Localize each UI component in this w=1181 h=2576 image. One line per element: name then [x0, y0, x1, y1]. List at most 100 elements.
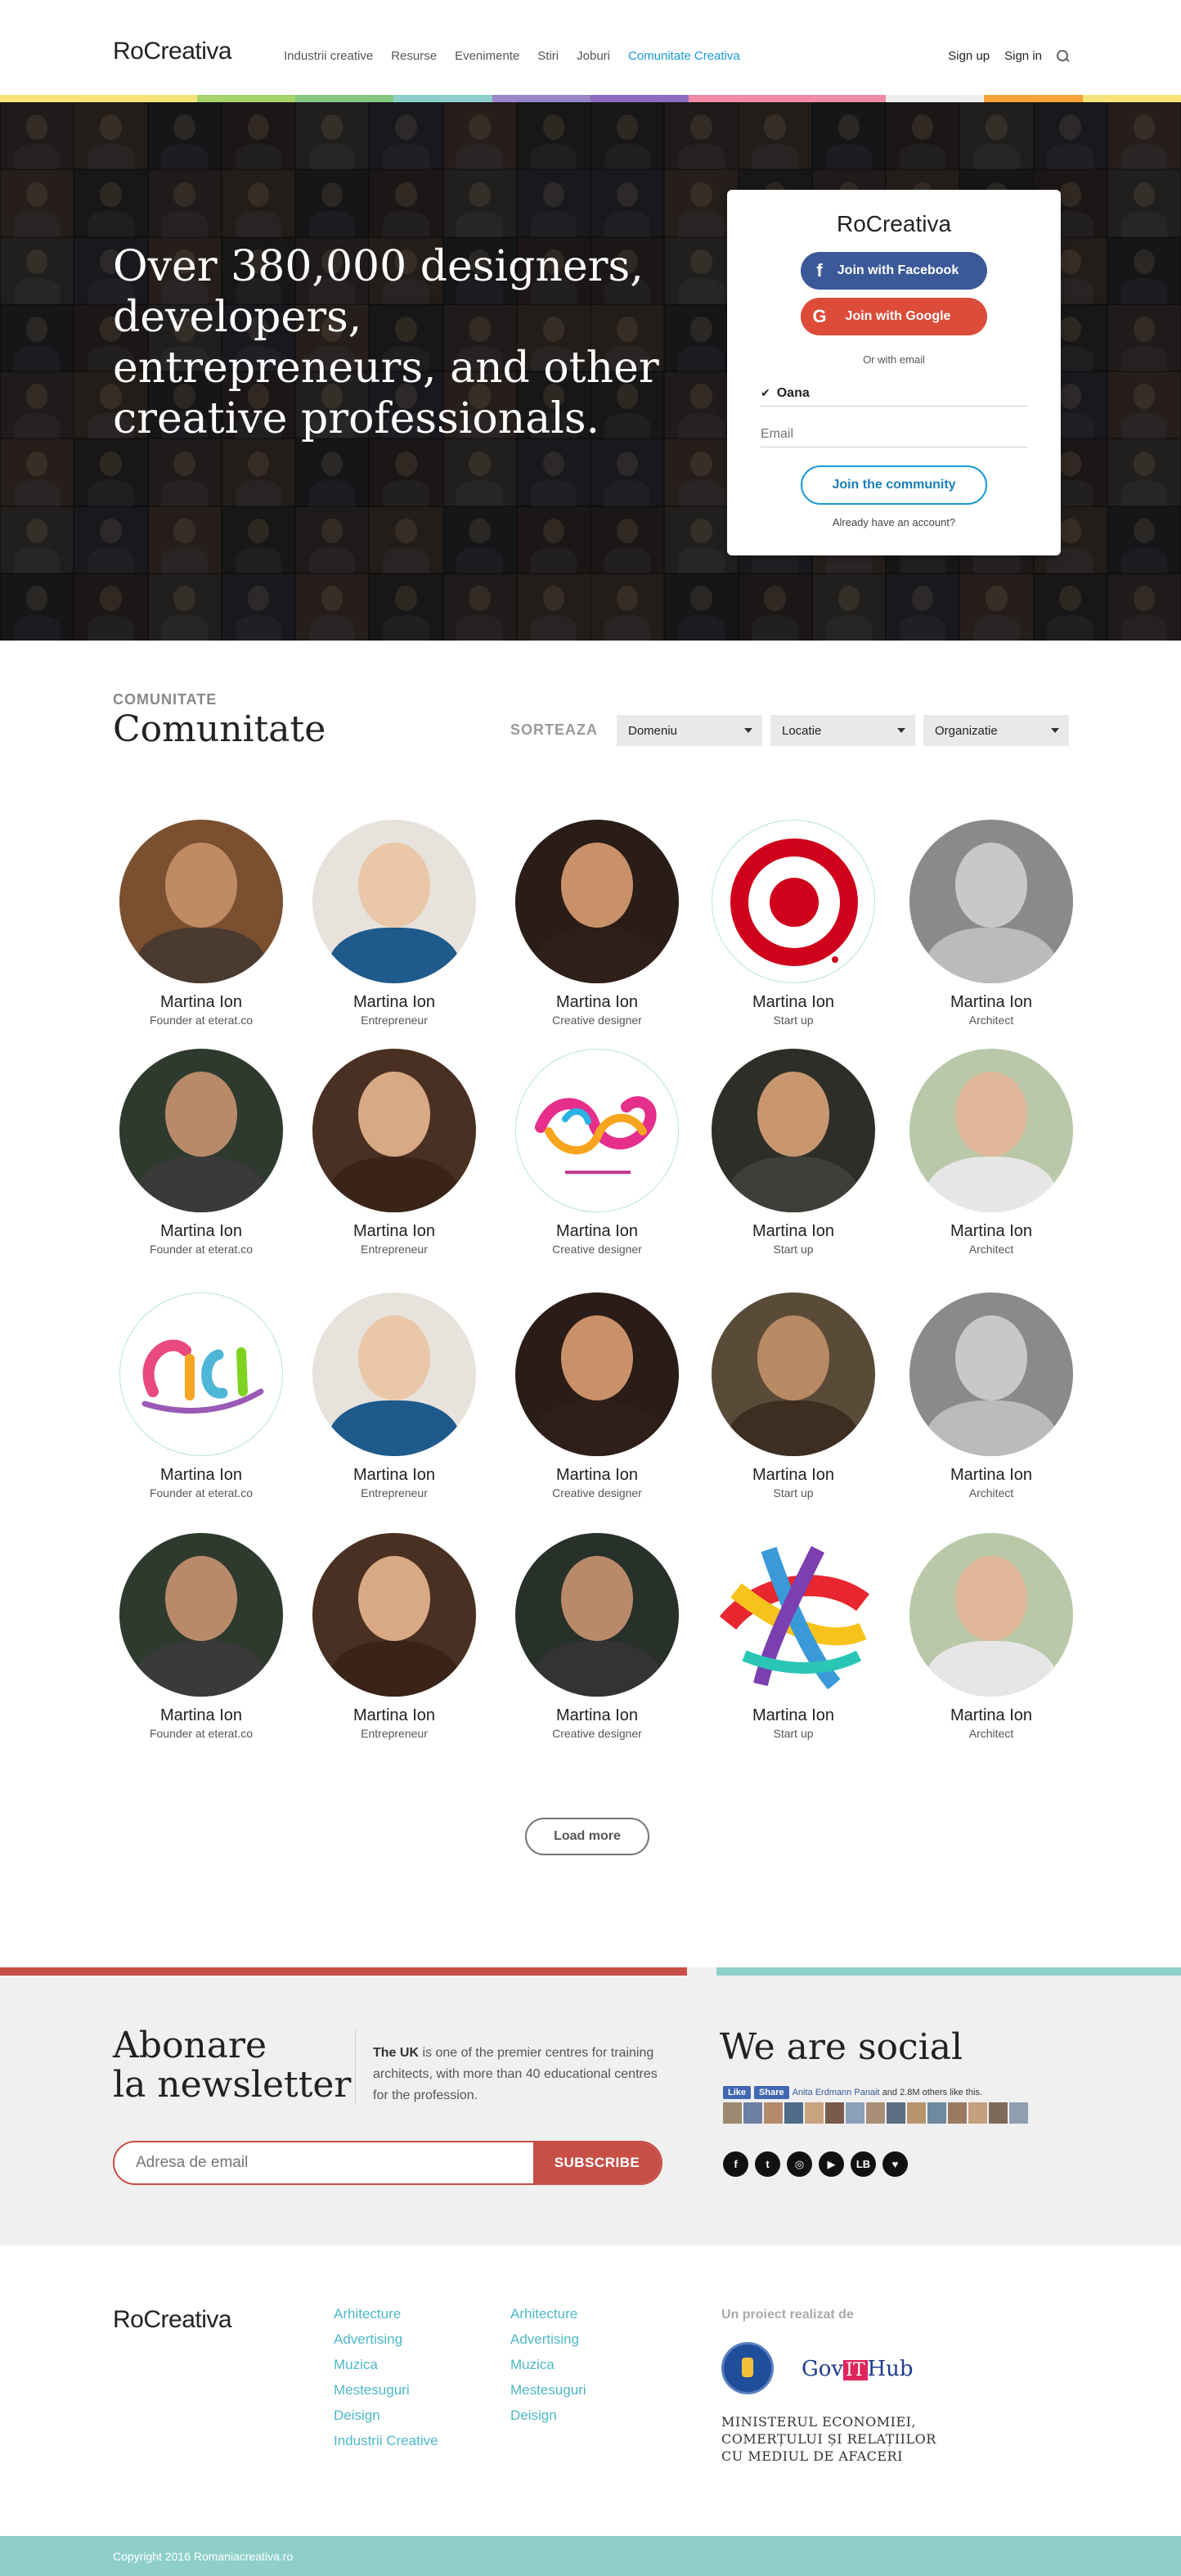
member-card[interactable]: Martina Ion Architect [901, 820, 1081, 1027]
member-role: Founder at eterat.co [149, 1014, 254, 1027]
member-card[interactable]: Martina Ion Architect [901, 1533, 1081, 1740]
avatar-shoulders [728, 1157, 859, 1212]
youtube-icon[interactable]: ▶ [819, 2151, 844, 2177]
newsletter-email-input[interactable] [115, 2142, 533, 2183]
fb-like-button[interactable]: Like [723, 2086, 752, 2099]
fb-buttons: Like Share Anita Erdmann Panait and 2.8M… [723, 2086, 1050, 2099]
footer-link[interactable]: Deisign [510, 2407, 586, 2424]
target-logo-icon [712, 820, 875, 983]
nav-joburi[interactable]: Joburi [577, 49, 610, 63]
member-avatar [312, 820, 476, 983]
nav-comunitate-creativa[interactable]: Comunitate Creativa [628, 49, 740, 63]
footer-link[interactable]: Advertising [334, 2331, 438, 2348]
filter-organizatie-select[interactable]: Organizatie [923, 715, 1069, 746]
footer-link[interactable]: Arhitecture [510, 2306, 586, 2322]
avatar-face [561, 1556, 633, 1641]
fb-face-thumbnail[interactable] [805, 2102, 824, 2124]
fb-share-button[interactable]: Share [754, 2086, 789, 2099]
member-card[interactable]: Martina Ion Creative designer [507, 1292, 687, 1499]
fb-face-thumbnail[interactable] [784, 2102, 803, 2124]
fb-face-thumbnail[interactable] [989, 2102, 1008, 2124]
company-logo-icon [515, 1049, 679, 1212]
email-field[interactable] [761, 426, 1027, 442]
footer-link[interactable]: Muzica [510, 2357, 586, 2373]
member-card[interactable]: Martina Ion Architect [901, 1292, 1081, 1499]
fb-face-thumbnail[interactable] [825, 2102, 844, 2124]
fb-face-thumbnail[interactable] [866, 2102, 885, 2124]
join-facebook-button[interactable]: f Join with Facebook [801, 252, 987, 290]
nav-industrii-creative[interactable]: Industrii creative [284, 49, 373, 63]
footer-link[interactable]: Muzica [334, 2357, 438, 2373]
member-card[interactable]: Martina Ion Entrepreneur [304, 1049, 484, 1256]
avatar-face [358, 1556, 430, 1641]
load-more-button[interactable]: Load more [525, 1818, 649, 1855]
avatar-face [165, 1556, 237, 1641]
footer-link[interactable]: Mestesuguri [510, 2382, 586, 2398]
have-account-link[interactable]: Already have an account? [727, 516, 1061, 528]
avatar-face [561, 1315, 633, 1400]
instagram-icon[interactable]: ◎ [787, 2151, 812, 2177]
heart-icon[interactable]: ♥ [882, 2151, 908, 2177]
fb-face-thumbnail[interactable] [764, 2102, 783, 2124]
member-role: Founder at eterat.co [149, 1243, 254, 1256]
member-card[interactable]: Martina Ion Creative designer [507, 1533, 687, 1740]
sign-in-link[interactable]: Sign in [1004, 49, 1042, 63]
filter-locatie-select[interactable]: Locatie [770, 715, 915, 746]
nav-evenimente[interactable]: Evenimente [455, 49, 519, 63]
member-card[interactable]: Martina Ion Entrepreneur [304, 820, 484, 1027]
main-nav: Industrii creative Resurse Evenimente St… [284, 49, 740, 63]
auth-links: Sign up Sign in [948, 49, 1070, 63]
fb-face-thumbnail[interactable] [743, 2102, 762, 2124]
footer-link[interactable]: Deisign [334, 2407, 438, 2424]
member-card[interactable]: Martina Ion Start up [703, 820, 883, 1027]
nav-stiri[interactable]: Stiri [537, 49, 559, 63]
lb-icon[interactable]: LB [851, 2151, 876, 2177]
footer-link[interactable]: Advertising [510, 2331, 586, 2348]
subscribe-button[interactable]: SUBSCRIBE [533, 2142, 661, 2183]
fb-face-thumbnail[interactable] [723, 2102, 742, 2124]
member-card[interactable]: Martina Ion Creative designer [507, 820, 687, 1027]
sort-label: SORTEAZA [510, 722, 598, 738]
member-card[interactable]: Martina Ion Founder at eterat.co [111, 1292, 291, 1499]
footer-link[interactable]: Arhitecture [334, 2306, 438, 2322]
fb-face-thumbnail[interactable] [927, 2102, 946, 2124]
fb-face-thumbnail[interactable] [1009, 2102, 1028, 2124]
member-card[interactable]: Martina Ion Founder at eterat.co [111, 1533, 291, 1740]
member-card[interactable]: Martina Ion Entrepreneur [304, 1533, 484, 1740]
filter-domeniu-value: Domeniu [628, 723, 678, 738]
footer-link[interactable]: Mestesuguri [334, 2382, 438, 2398]
facebook-icon[interactable]: f [723, 2151, 748, 2177]
twitter-icon[interactable]: t [755, 2151, 780, 2177]
teal-stripe [716, 1967, 1181, 1976]
color-stripe-segment [1082, 95, 1181, 102]
fb-face-thumbnail[interactable] [907, 2102, 926, 2124]
red-stripe [0, 1967, 687, 1976]
fb-face-thumbnail[interactable] [887, 2102, 905, 2124]
join-google-button[interactable]: G Join with Google [801, 298, 987, 335]
member-card[interactable]: Martina Ion Start up [703, 1292, 883, 1499]
fb-face-thumbnail[interactable] [968, 2102, 987, 2124]
fb-face-thumbnail[interactable] [948, 2102, 967, 2124]
fb-liker-name[interactable]: Anita Erdmann Panait [793, 2088, 880, 2097]
brand-logo[interactable]: RoCreativa [113, 38, 232, 65]
search-icon[interactable] [1057, 49, 1070, 63]
nav-resurse[interactable]: Resurse [391, 49, 437, 63]
name-field[interactable]: ✔ Oana [761, 380, 1027, 407]
member-card[interactable]: Martina Ion Creative designer [507, 1049, 687, 1256]
member-card[interactable]: Martina Ion Architect [901, 1049, 1081, 1256]
member-card[interactable]: Martina Ion Founder at eterat.co [111, 1049, 291, 1256]
join-community-button[interactable]: Join the community [801, 465, 987, 505]
footer-brand[interactable]: RoCreativa [113, 2306, 232, 2334]
fb-face-thumbnail[interactable] [846, 2102, 864, 2124]
govithub-logo[interactable]: Gov IT Hub [802, 2357, 914, 2381]
member-card[interactable]: Martina Ion Founder at eterat.co [111, 820, 291, 1027]
footer-link[interactable]: Industrii Creative [334, 2433, 438, 2449]
avatar-face [955, 843, 1027, 928]
member-card[interactable]: Martina Ion Start up [703, 1049, 883, 1256]
member-name: Martina Ion [555, 1466, 639, 1484]
member-card[interactable]: Martina Ion Entrepreneur [304, 1292, 484, 1499]
sign-up-link[interactable]: Sign up [948, 49, 990, 63]
filter-domeniu-select[interactable]: Domeniu [617, 715, 762, 746]
member-name: Martina Ion [555, 1706, 639, 1724]
member-card[interactable]: Martina Ion Start up [703, 1533, 883, 1740]
